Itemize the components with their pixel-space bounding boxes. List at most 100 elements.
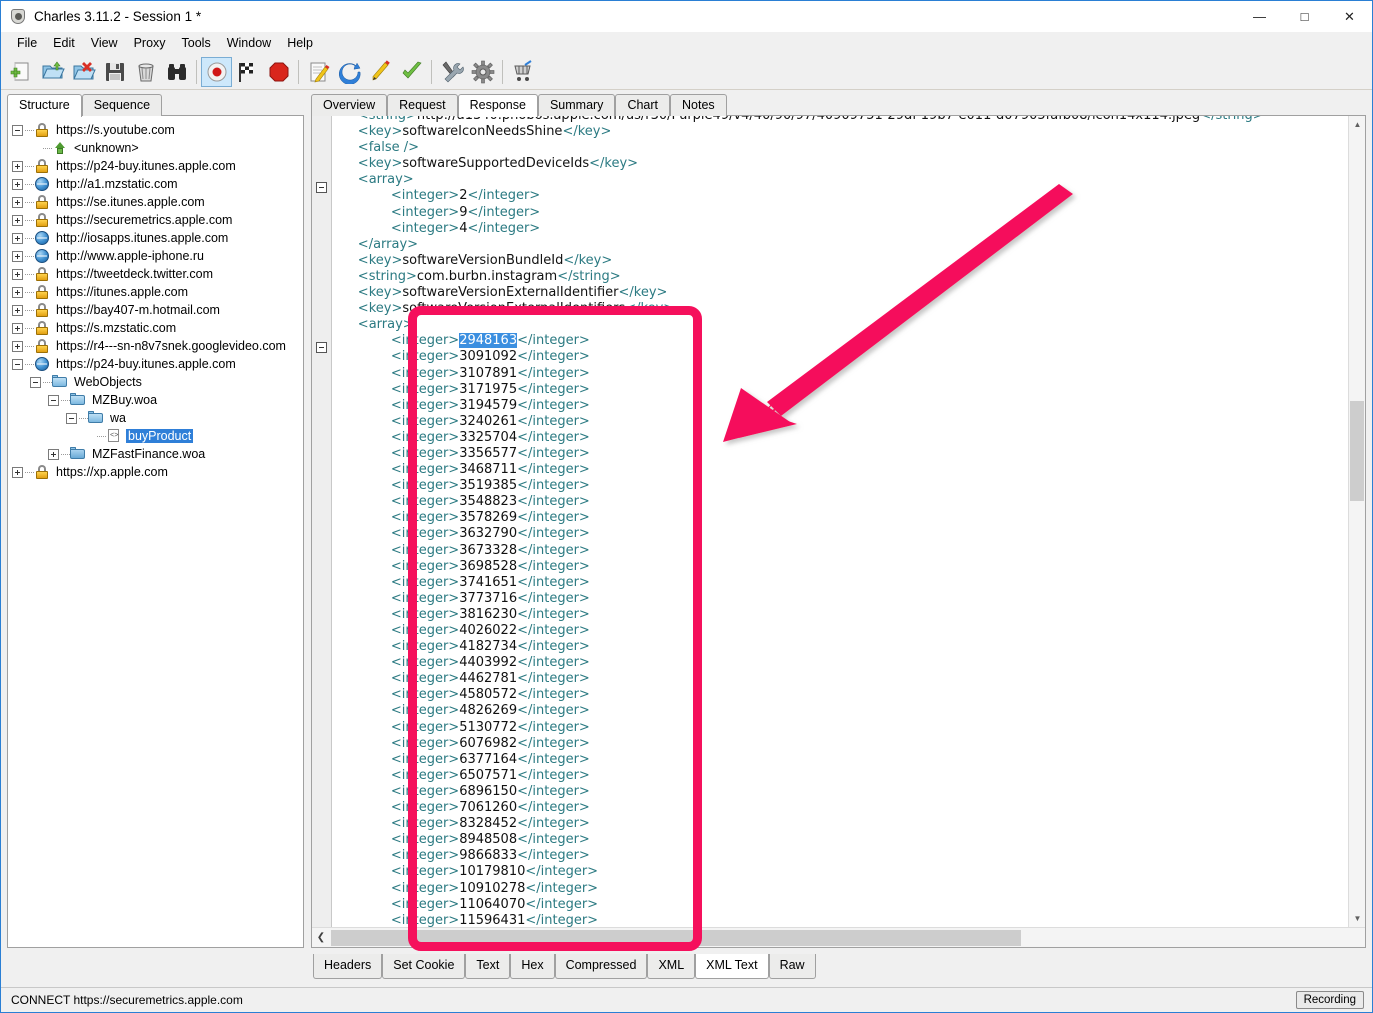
vertical-scroll-thumb[interactable] <box>1350 401 1364 501</box>
xml-line[interactable]: <integer>6507571</integer> <box>333 768 1346 784</box>
xml-line[interactable]: <integer>3673328</integer> <box>333 543 1346 559</box>
xml-line[interactable]: <integer>3632790</integer> <box>333 526 1346 542</box>
tree-expander-minus[interactable] <box>12 359 23 370</box>
tree-item[interactable]: https://xp.apple.com <box>12 463 303 481</box>
tree-expander-plus[interactable] <box>12 305 23 316</box>
xml-line[interactable]: </array> <box>333 237 1346 253</box>
xml-line[interactable]: <integer>4826269</integer> <box>333 703 1346 719</box>
xml-line[interactable]: <integer>3698528</integer> <box>333 559 1346 575</box>
btab-xml-text[interactable]: XML Text <box>695 954 768 979</box>
tree-item[interactable]: https://bay407-m.hotmail.com <box>12 301 303 319</box>
btab-xml[interactable]: XML <box>647 954 695 979</box>
close-folder-icon[interactable] <box>68 57 99 87</box>
tree-expander-plus[interactable] <box>48 449 59 460</box>
xml-line[interactable]: <key>softwareIconNeedsShine</key> <box>333 124 1346 140</box>
tree-item[interactable]: https://p24-buy.itunes.apple.com <box>12 355 303 373</box>
checkmark-icon[interactable] <box>396 57 427 87</box>
xml-line[interactable]: <integer>3578269</integer> <box>333 510 1346 526</box>
tree-item[interactable]: https://s.mzstatic.com <box>12 319 303 337</box>
tree-expander-plus[interactable] <box>12 197 23 208</box>
tree-expander-plus[interactable] <box>12 467 23 478</box>
xml-line[interactable]: <integer>3741651</integer> <box>333 575 1346 591</box>
tab-notes[interactable]: Notes <box>670 94 727 116</box>
tab-structure[interactable]: Structure <box>7 94 82 117</box>
tree-item[interactable]: https://se.itunes.apple.com <box>12 193 303 211</box>
tree-expander-plus[interactable] <box>12 215 23 226</box>
pencil-icon[interactable] <box>365 57 396 87</box>
tree-expander-plus[interactable] <box>12 179 23 190</box>
tree-expander-plus[interactable] <box>12 341 23 352</box>
xml-line[interactable]: <integer>3091092</integer> <box>333 349 1346 365</box>
scroll-left-arrow[interactable]: ❮ <box>312 929 330 947</box>
save-floppy-icon[interactable] <box>99 57 130 87</box>
recording-status-badge[interactable]: Recording <box>1296 991 1364 1009</box>
edit-page-icon[interactable] <box>303 57 334 87</box>
tree-expander-plus[interactable] <box>12 323 23 334</box>
tree-item[interactable]: https://itunes.apple.com <box>12 283 303 301</box>
xml-line[interactable]: <integer>10910278</integer> <box>333 881 1346 897</box>
gear-icon[interactable] <box>467 57 498 87</box>
menu-proxy[interactable]: Proxy <box>126 33 174 53</box>
tree-expander-plus[interactable] <box>12 233 23 244</box>
btab-compressed[interactable]: Compressed <box>555 954 648 979</box>
record-icon[interactable] <box>201 57 232 87</box>
xml-line[interactable]: <integer>3194579</integer> <box>333 398 1346 414</box>
btab-headers[interactable]: Headers <box>313 954 382 979</box>
menu-view[interactable]: View <box>83 33 126 53</box>
xml-line[interactable]: <integer>10179810</integer> <box>333 864 1346 880</box>
xml-line[interactable]: <integer>8948508</integer> <box>333 832 1346 848</box>
btab-set-cookie[interactable]: Set Cookie <box>382 954 465 979</box>
menu-help[interactable]: Help <box>279 33 321 53</box>
btab-raw[interactable]: Raw <box>769 954 816 979</box>
tree-item[interactable]: http://a1.mzstatic.com <box>12 175 303 193</box>
xml-line[interactable]: <key>softwareVersionExternalIdentifier</… <box>333 285 1346 301</box>
tree-item[interactable]: http://iosapps.itunes.apple.com <box>12 229 303 247</box>
tab-response[interactable]: Response <box>458 94 538 117</box>
xml-line[interactable]: <integer>4462781</integer> <box>333 671 1346 687</box>
selected-value[interactable]: 2948163 <box>459 333 517 348</box>
xml-line[interactable]: <integer>9866833</integer> <box>333 848 1346 864</box>
binoculars-icon[interactable] <box>161 57 192 87</box>
xml-line[interactable]: <array> <box>333 317 1346 333</box>
xml-line[interactable]: <string>com.burbn.instagram</string> <box>333 269 1346 285</box>
xml-line[interactable]: <integer>3240261</integer> <box>333 414 1346 430</box>
minimize-button[interactable]: — <box>1237 1 1282 32</box>
xml-line[interactable]: <integer>6377164</integer> <box>333 752 1346 768</box>
shopping-cart-icon[interactable] <box>507 57 538 87</box>
xml-line[interactable]: <integer>4026022</integer> <box>333 623 1346 639</box>
scroll-down-arrow[interactable]: ▼ <box>1349 910 1366 927</box>
menu-edit[interactable]: Edit <box>45 33 83 53</box>
xml-line[interactable]: <integer>3816230</integer> <box>333 607 1346 623</box>
menu-tools[interactable]: Tools <box>174 33 219 53</box>
xml-line[interactable]: <integer>3773716</integer> <box>333 591 1346 607</box>
xml-line[interactable]: <string>http://a1340.phobos.apple.com/us… <box>333 116 1346 124</box>
open-folder-icon[interactable] <box>37 57 68 87</box>
fold-marker-array-2[interactable] <box>316 342 327 353</box>
tree-expander-plus[interactable] <box>12 287 23 298</box>
xml-line[interactable]: <integer>7061260</integer> <box>333 800 1346 816</box>
tab-sequence[interactable]: Sequence <box>82 94 162 116</box>
xml-line[interactable]: <integer>3356577</integer> <box>333 446 1346 462</box>
tree-item[interactable]: https://securemetrics.apple.com <box>12 211 303 229</box>
tree-item[interactable]: https://tweetdeck.twitter.com <box>12 265 303 283</box>
xml-line[interactable]: <integer>6896150</integer> <box>333 784 1346 800</box>
xml-line[interactable]: <integer>4403992</integer> <box>333 655 1346 671</box>
xml-line[interactable]: <integer>8328452</integer> <box>333 816 1346 832</box>
tree-item[interactable]: https://p24-buy.itunes.apple.com <box>12 157 303 175</box>
xml-line[interactable]: <integer>2</integer> <box>333 188 1346 204</box>
xml-line[interactable]: <integer>2948163</integer> <box>333 333 1346 349</box>
tree-expander-plus[interactable] <box>12 161 23 172</box>
viewer-horizontal-scrollbar[interactable]: ❮ <box>312 927 1365 947</box>
tab-overview[interactable]: Overview <box>311 94 387 116</box>
xml-line[interactable]: <integer>4182734</integer> <box>333 639 1346 655</box>
tree-expander-minus[interactable] <box>12 125 23 136</box>
tree-item[interactable]: MZFastFinance.woa <box>12 445 303 463</box>
xml-line[interactable]: <integer>9</integer> <box>333 205 1346 221</box>
repeat-refresh-icon[interactable] <box>334 57 365 87</box>
scroll-up-arrow[interactable]: ▲ <box>1349 116 1366 133</box>
tree-expander-minus[interactable] <box>48 395 59 406</box>
xml-line[interactable]: <integer>3519385</integer> <box>333 478 1346 494</box>
xml-line[interactable]: <integer>6076982</integer> <box>333 736 1346 752</box>
xml-line[interactable]: <key>softwareVersionBundleId</key> <box>333 253 1346 269</box>
stop-octagon-icon[interactable] <box>263 57 294 87</box>
